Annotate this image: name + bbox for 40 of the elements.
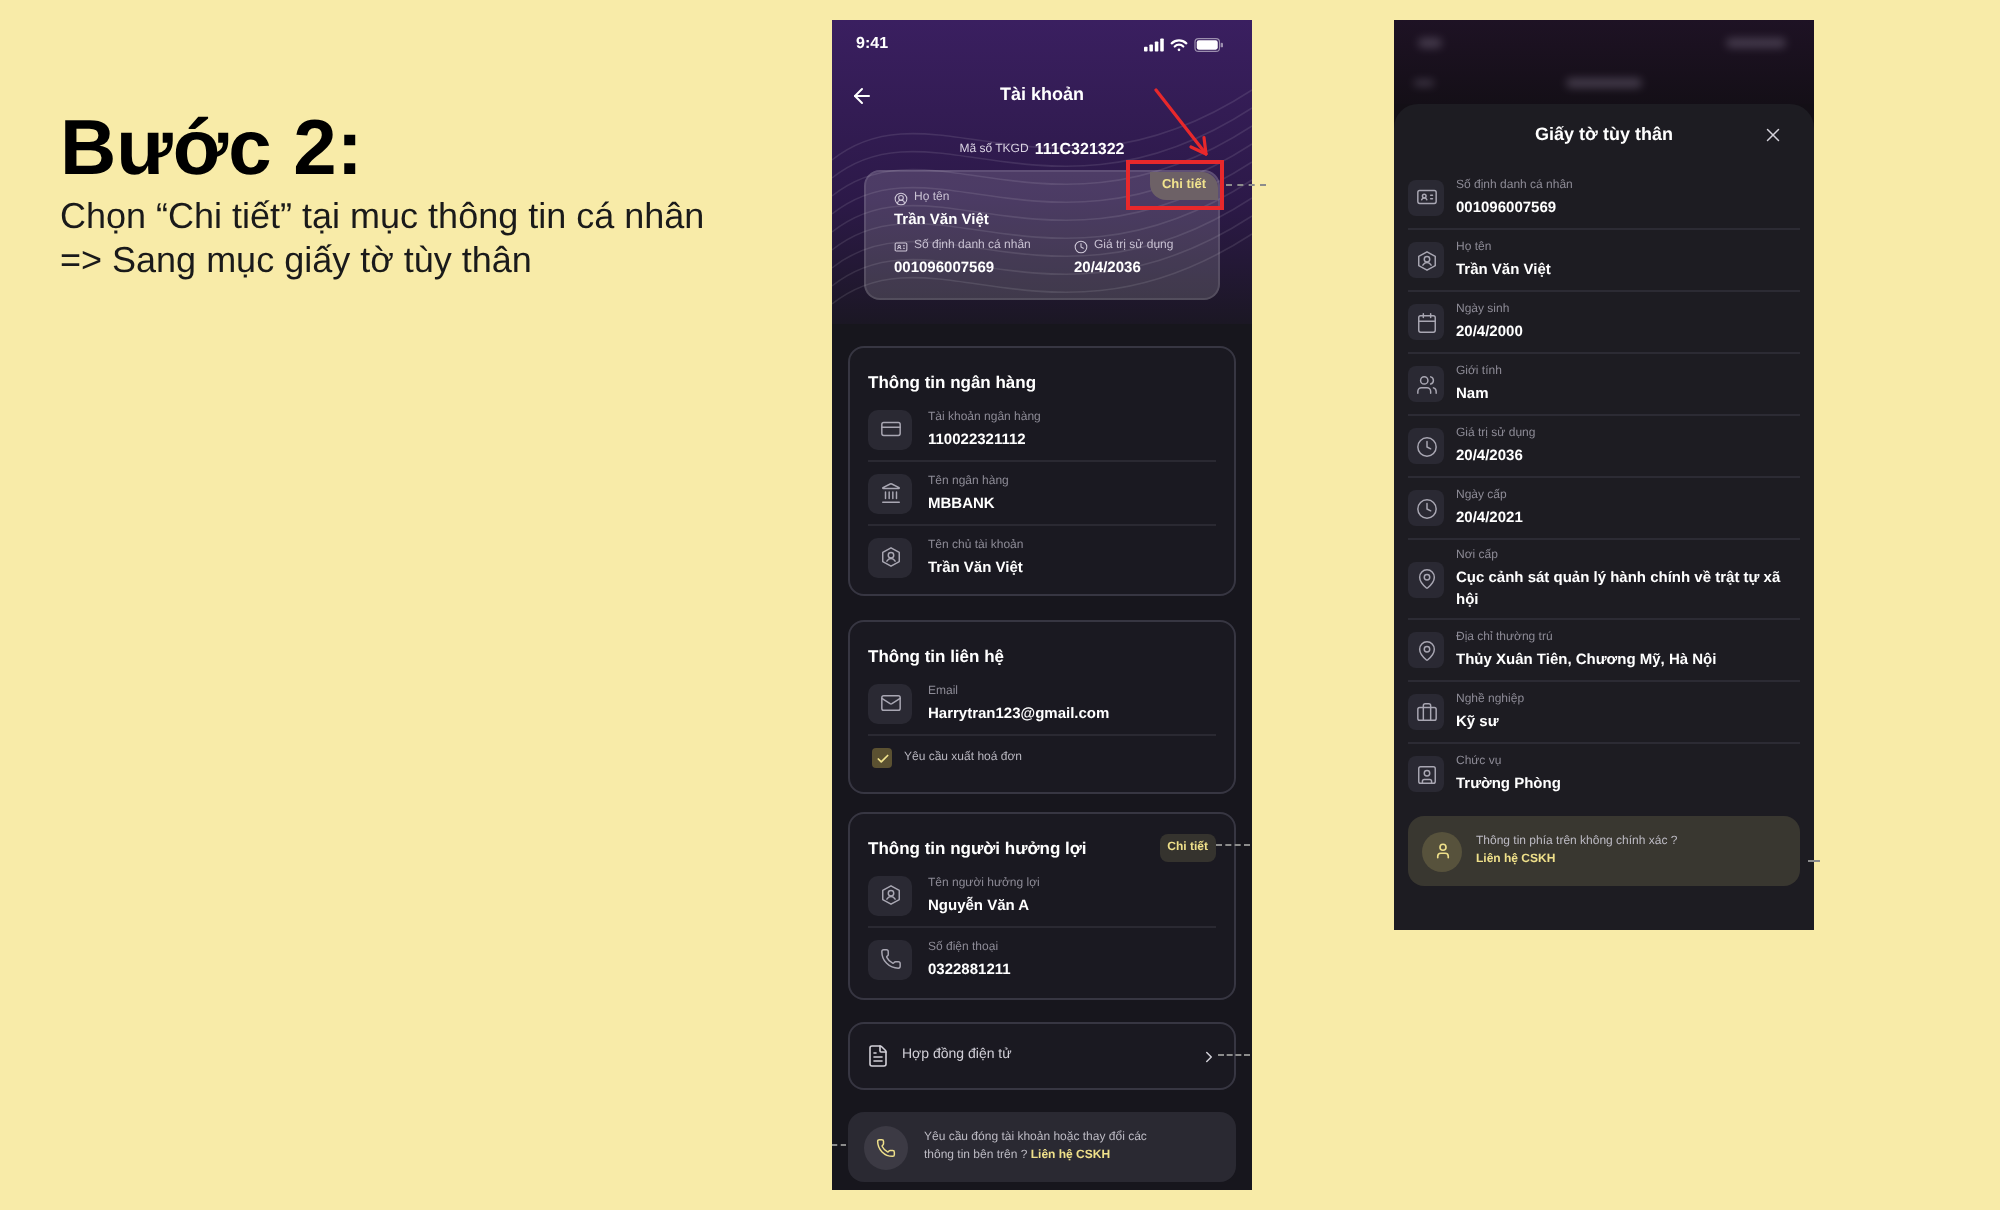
person-icon [1422,831,1462,871]
phone-icon [864,1125,908,1169]
battery-icon [1194,37,1224,51]
section-title: Thông tin người hưởng lợi [868,835,1087,861]
bank-icon [868,473,912,513]
dashed-leader-line [1216,844,1250,846]
user-circle-icon [894,192,908,206]
id-card-icon [894,240,908,254]
screen-title: Tài khoản [997,82,1086,109]
mail-icon [868,683,912,723]
signal-icon [1144,37,1164,51]
clock-icon [1408,490,1444,526]
two-people-icon [1408,366,1444,402]
checkbox[interactable] [872,748,892,768]
code-value: 111C321322 [1034,138,1125,162]
dashed-leader-line [1218,1054,1250,1056]
dashed-leader-line [1808,860,1820,862]
instruction-text: => Sang mục giấy tờ tùy thân [60,238,534,282]
map-pin-icon [1408,632,1444,668]
back-button[interactable] [848,82,876,110]
dashed-leader-line [1226,184,1266,186]
instruction-text: Chọn “Chi tiết” tại mục thông tin cá nhân [60,194,707,238]
clock-icon [1408,428,1444,464]
chevron-right-icon [1200,1047,1218,1065]
clock-icon [1074,240,1088,254]
map-pin-icon [1408,561,1444,597]
calendar-icon [1408,304,1444,340]
briefcase-icon [1408,694,1444,730]
id-card-icon [1408,179,1444,215]
wifi-icon [1170,37,1188,51]
sheet-title: Giấy tờ tùy thân [1533,121,1675,148]
dashed-leader-line [832,1144,846,1146]
step-title: Bước 2: [60,106,365,194]
status-time: 9:41 [856,32,889,56]
document-icon [866,1044,890,1068]
card-icon [868,409,912,449]
phone-icon [868,939,912,979]
section-title: Thông tin liên hệ [868,643,1004,669]
section-title: Thông tin ngân hàng [868,369,1037,395]
user-square-icon [1408,756,1444,792]
